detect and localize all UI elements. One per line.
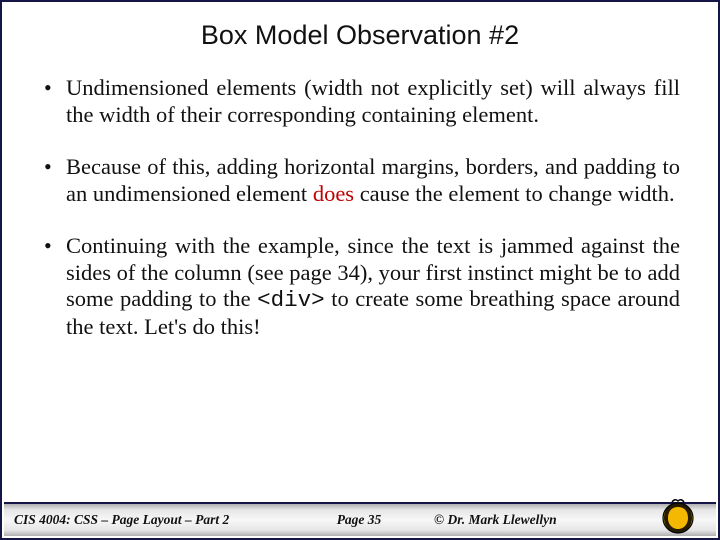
slide-content: Undimensioned elements (width not explic… (2, 61, 718, 538)
bullet-item: Continuing with the example, since the t… (40, 233, 680, 340)
footer: CIS 4004: CSS – Page Layout – Part 2 Pag… (4, 502, 716, 536)
bullet-text: Undimensioned elements (width not explic… (66, 75, 680, 127)
bullet-text: cause the element to change width. (354, 181, 675, 206)
ucf-logo-icon (658, 496, 698, 536)
slide: Box Model Observation #2 Undimensioned e… (0, 0, 720, 540)
bullet-list: Undimensioned elements (width not explic… (40, 75, 680, 340)
slide-title: Box Model Observation #2 (2, 20, 718, 51)
footer-course: CIS 4004: CSS – Page Layout – Part 2 (4, 512, 284, 528)
emphasis-red: does (313, 181, 354, 206)
bullet-item: Undimensioned elements (width not explic… (40, 75, 680, 128)
footer-author: © Dr. Mark Llewellyn (434, 512, 614, 528)
bullet-item: Because of this, adding horizontal margi… (40, 154, 680, 207)
code-inline: <div> (257, 287, 325, 313)
footer-page: Page 35 (284, 512, 434, 528)
